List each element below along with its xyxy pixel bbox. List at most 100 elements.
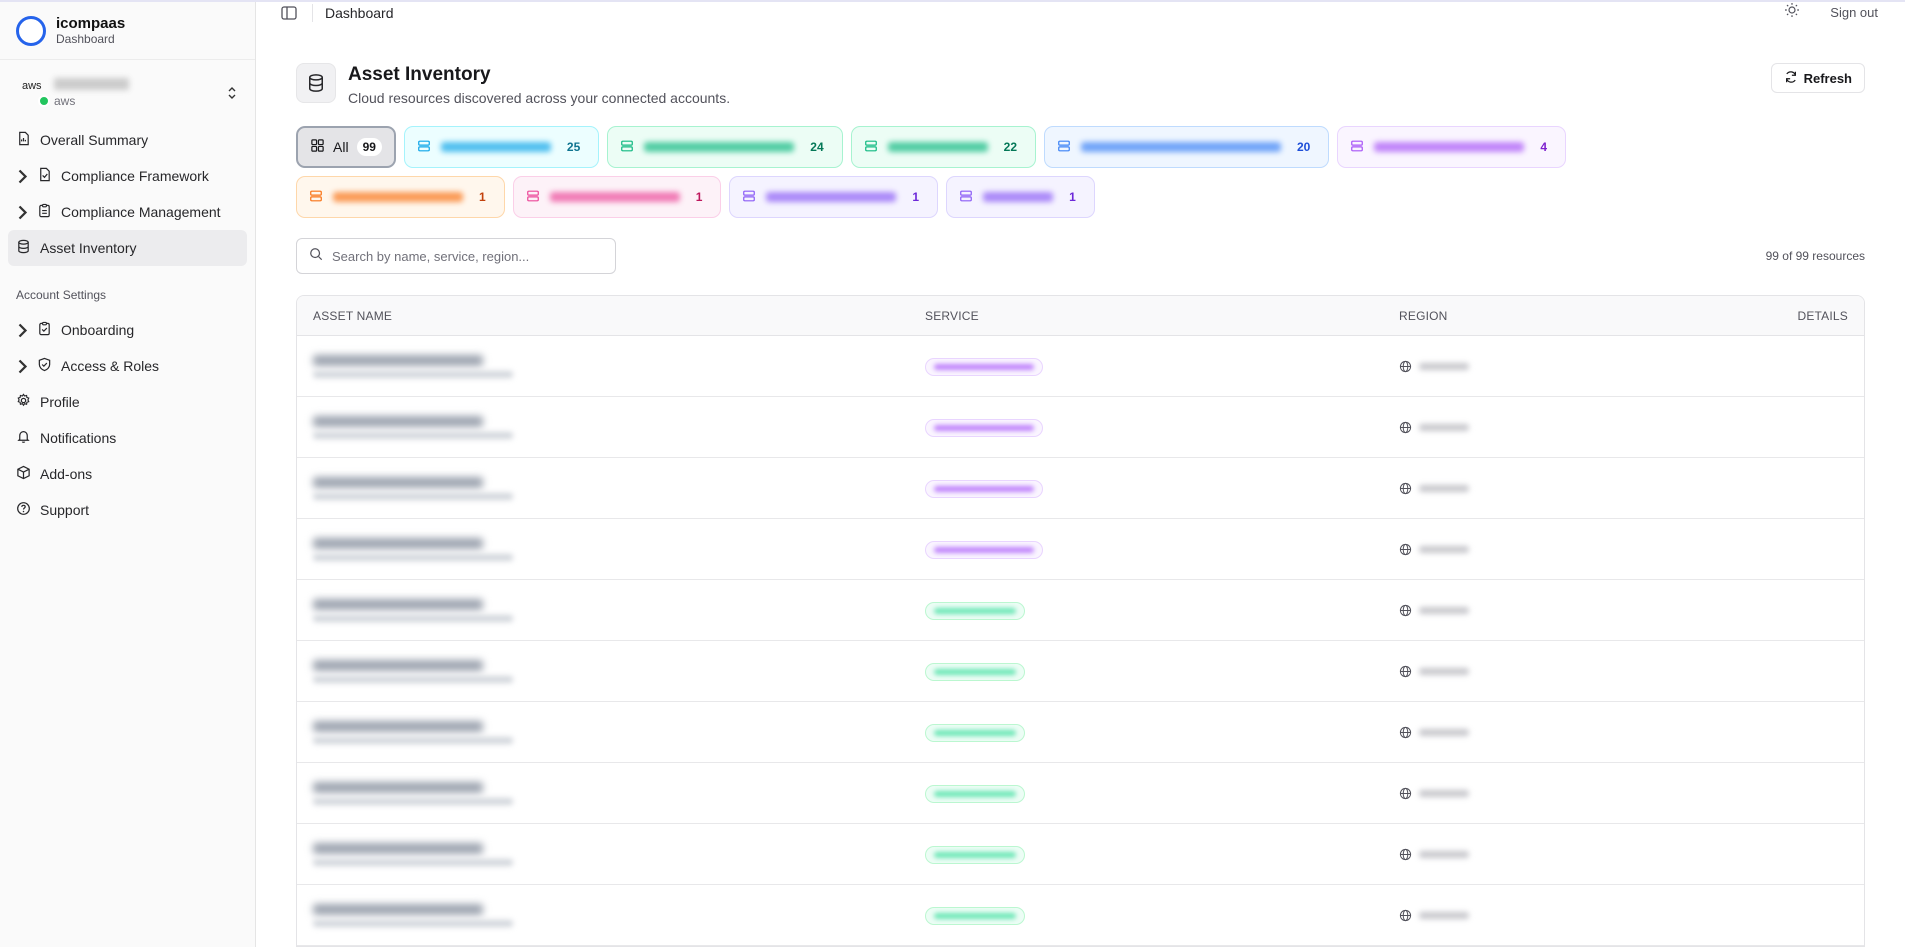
main-area: Dashboard Sign out Asset Inventory Cloud… (256, 2, 1905, 947)
refresh-button[interactable]: Refresh (1770, 63, 1865, 93)
account-switcher[interactable]: aws aws (0, 60, 255, 118)
table-row[interactable] (297, 397, 1864, 458)
asset-arn-redacted (313, 370, 513, 378)
region-redacted (1419, 484, 1469, 492)
sidebar-item-compliance-management[interactable]: Compliance Management (8, 194, 247, 230)
service-badge-redacted (934, 851, 1016, 858)
chevron-right-icon (16, 359, 28, 374)
region-value (1399, 665, 1699, 678)
brand[interactable]: icompaas Dashboard (0, 2, 255, 60)
table-row[interactable] (297, 885, 1864, 946)
region-value (1399, 543, 1699, 556)
filter-chip[interactable]: 1 (729, 176, 939, 218)
service-cell (925, 662, 1399, 681)
server-icon (417, 139, 431, 156)
sidebar-item-access-roles[interactable]: Access & Roles (8, 348, 247, 384)
region-cell (1399, 543, 1699, 556)
table-body (297, 336, 1864, 946)
asset-name-redacted (313, 720, 483, 732)
sidebar-item-profile[interactable]: Profile (8, 384, 247, 420)
asset-name-cell (297, 415, 925, 439)
filter-chip[interactable]: 25 (403, 126, 600, 168)
service-cell (925, 723, 1399, 742)
account-type: aws (54, 94, 76, 108)
column-header-region[interactable]: REGION (1399, 309, 1699, 323)
database-icon (16, 239, 31, 257)
filter-chip-count: 1 (912, 190, 920, 204)
region-cell (1399, 726, 1699, 739)
filter-chip-count: 20 (1297, 140, 1311, 154)
page-content: Asset Inventory Cloud resources discover… (256, 23, 1905, 947)
asset-name-redacted (313, 903, 483, 915)
sidebar-toggle-icon[interactable] (280, 4, 298, 22)
service-badge-redacted (934, 912, 1016, 919)
filter-chip[interactable]: 1 (512, 176, 722, 218)
resource-count: 99 of 99 resources (1765, 249, 1865, 263)
asset-name-cell (297, 842, 925, 866)
table-row[interactable] (297, 519, 1864, 580)
sidebar-item-add-ons[interactable]: Add-ons (8, 456, 247, 492)
region-redacted (1419, 423, 1469, 431)
sidebar-item-overall-summary[interactable]: Overall Summary (8, 122, 247, 158)
region-value (1399, 787, 1699, 800)
account-settings-heading: Account Settings (16, 288, 107, 302)
sidebar-item-onboarding[interactable]: Onboarding (8, 312, 247, 348)
service-cell (925, 845, 1399, 864)
sign-out-button[interactable]: Sign out (1830, 5, 1878, 20)
table-row[interactable] (297, 336, 1864, 397)
region-redacted (1419, 667, 1469, 675)
page-header: Asset Inventory Cloud resources discover… (296, 63, 1865, 106)
filter-chip[interactable]: 24 (607, 126, 843, 168)
brand-subtitle: Dashboard (56, 31, 115, 46)
service-cell (925, 540, 1399, 559)
filter-chip-count: 1 (695, 190, 703, 204)
file-check-icon (37, 167, 52, 185)
filter-chip-label-redacted (983, 192, 1054, 202)
region-cell (1399, 665, 1699, 678)
sidebar: icompaas Dashboard aws aws Overall Summa… (0, 2, 256, 947)
sidebar-item-label: Compliance Management (61, 204, 221, 220)
sidebar-item-support[interactable]: Support (8, 492, 247, 528)
filter-chip[interactable]: 1 (946, 176, 1095, 218)
package-icon (16, 465, 31, 483)
table-row[interactable] (297, 702, 1864, 763)
sidebar-item-label: Access & Roles (61, 358, 160, 374)
filter-chip-all[interactable]: All 99 (296, 126, 396, 168)
service-badge (925, 601, 1025, 620)
region-value (1399, 848, 1699, 861)
shield-check-icon (37, 357, 52, 375)
service-badge-redacted (934, 546, 1034, 553)
table-row[interactable] (297, 458, 1864, 519)
table-row[interactable] (297, 641, 1864, 702)
filter-chip[interactable]: 22 (850, 126, 1036, 168)
search-box[interactable] (296, 238, 616, 274)
asset-arn-redacted (313, 736, 513, 744)
column-header-asset-name[interactable]: ASSET NAME (297, 309, 925, 323)
server-icon (620, 139, 634, 156)
sidebar-item-compliance-framework[interactable]: Compliance Framework (8, 158, 247, 194)
region-redacted (1419, 911, 1469, 919)
table-row[interactable] (297, 824, 1864, 885)
region-cell (1399, 848, 1699, 861)
filter-chip-label-redacted (333, 192, 463, 202)
filter-chip[interactable]: 1 (296, 176, 505, 218)
service-badge (925, 784, 1025, 803)
region-cell (1399, 787, 1699, 800)
table-row[interactable] (297, 763, 1864, 824)
filter-chip-count: 4 (1540, 140, 1548, 154)
asset-arn-redacted (313, 797, 513, 805)
asset-name-cell (297, 781, 925, 805)
service-badge-redacted (934, 790, 1016, 797)
asset-arn-redacted (313, 858, 513, 866)
column-header-service[interactable]: SERVICE (925, 309, 1399, 323)
sun-icon[interactable] (1784, 2, 1800, 23)
sidebar-item-asset-inventory[interactable]: Asset Inventory (8, 230, 247, 266)
search-input[interactable] (332, 248, 592, 264)
sidebar-item-notifications[interactable]: Notifications (8, 420, 247, 456)
sidebar-item-label: Profile (40, 394, 80, 410)
table-row[interactable] (297, 580, 1864, 641)
filter-chip[interactable]: 4 (1337, 126, 1567, 168)
region-redacted (1419, 606, 1469, 614)
brand-name: icompaas (56, 14, 126, 32)
filter-chip[interactable]: 20 (1044, 126, 1330, 168)
